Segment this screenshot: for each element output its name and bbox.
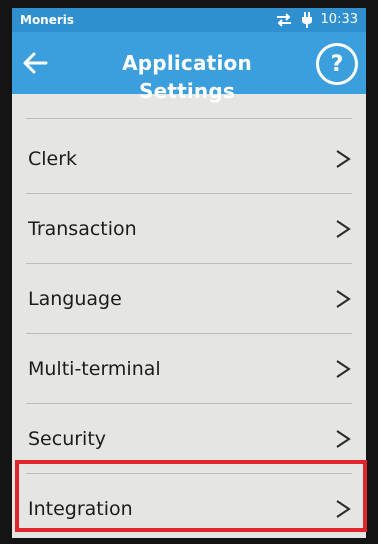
setting-label: Security — [28, 428, 107, 450]
chevron-right-icon — [336, 500, 351, 518]
chevron-right-icon — [336, 430, 351, 448]
setting-label: Clerk — [28, 148, 78, 170]
setting-row-clerk[interactable]: Clerk — [12, 124, 366, 194]
terminal-screen: Moneris 10:33 Application Settings ? Cle… — [12, 8, 366, 538]
terminal-device: Moneris 10:33 Application Settings ? Cle… — [0, 0, 378, 544]
status-icons: 10:33 — [275, 11, 358, 29]
status-brand: Moneris — [20, 13, 75, 27]
setting-row-transaction[interactable]: Transaction — [12, 194, 366, 264]
app-header: Application Settings ? — [12, 32, 366, 103]
chevron-right-icon — [336, 150, 351, 168]
transfer-arrows-icon — [275, 13, 293, 27]
back-button[interactable] — [18, 46, 52, 80]
help-button[interactable]: ? — [316, 43, 358, 85]
setting-label: Language — [28, 288, 122, 310]
chevron-right-icon — [336, 290, 351, 308]
setting-row-language[interactable]: Language — [12, 264, 366, 334]
setting-row-security[interactable]: Security — [12, 404, 366, 474]
setting-row-multi-terminal[interactable]: Multi-terminal — [12, 334, 366, 404]
setting-label: Multi-terminal — [28, 358, 161, 380]
arrow-left-icon — [23, 52, 48, 74]
power-plug-icon — [301, 12, 313, 28]
setting-row-integration[interactable]: Integration — [12, 474, 366, 538]
status-time: 10:33 — [320, 12, 358, 27]
chevron-right-icon — [336, 220, 351, 238]
help-icon: ? — [330, 51, 344, 77]
list-divider — [26, 118, 352, 119]
page-title: Application Settings — [122, 51, 252, 103]
setting-label: Transaction — [28, 218, 137, 240]
status-bar: Moneris 10:33 — [12, 8, 366, 32]
setting-label: Integration — [28, 498, 133, 520]
chevron-right-icon — [336, 360, 351, 378]
